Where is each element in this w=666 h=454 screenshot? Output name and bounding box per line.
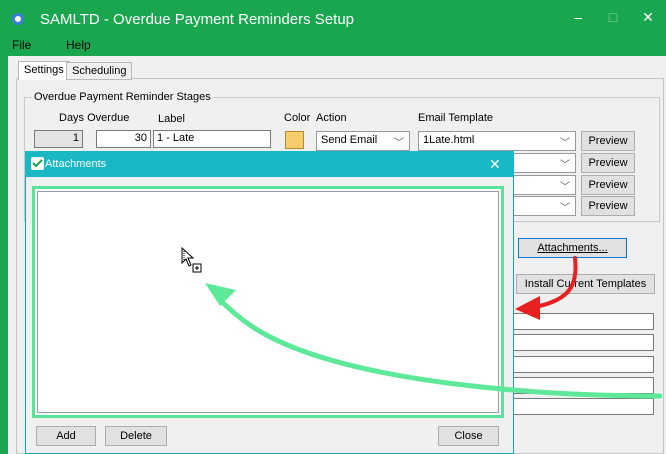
- red-arrow-icon: [515, 256, 578, 320]
- green-arrow-icon: [205, 283, 663, 399]
- annotation-overlay: [205, 256, 663, 399]
